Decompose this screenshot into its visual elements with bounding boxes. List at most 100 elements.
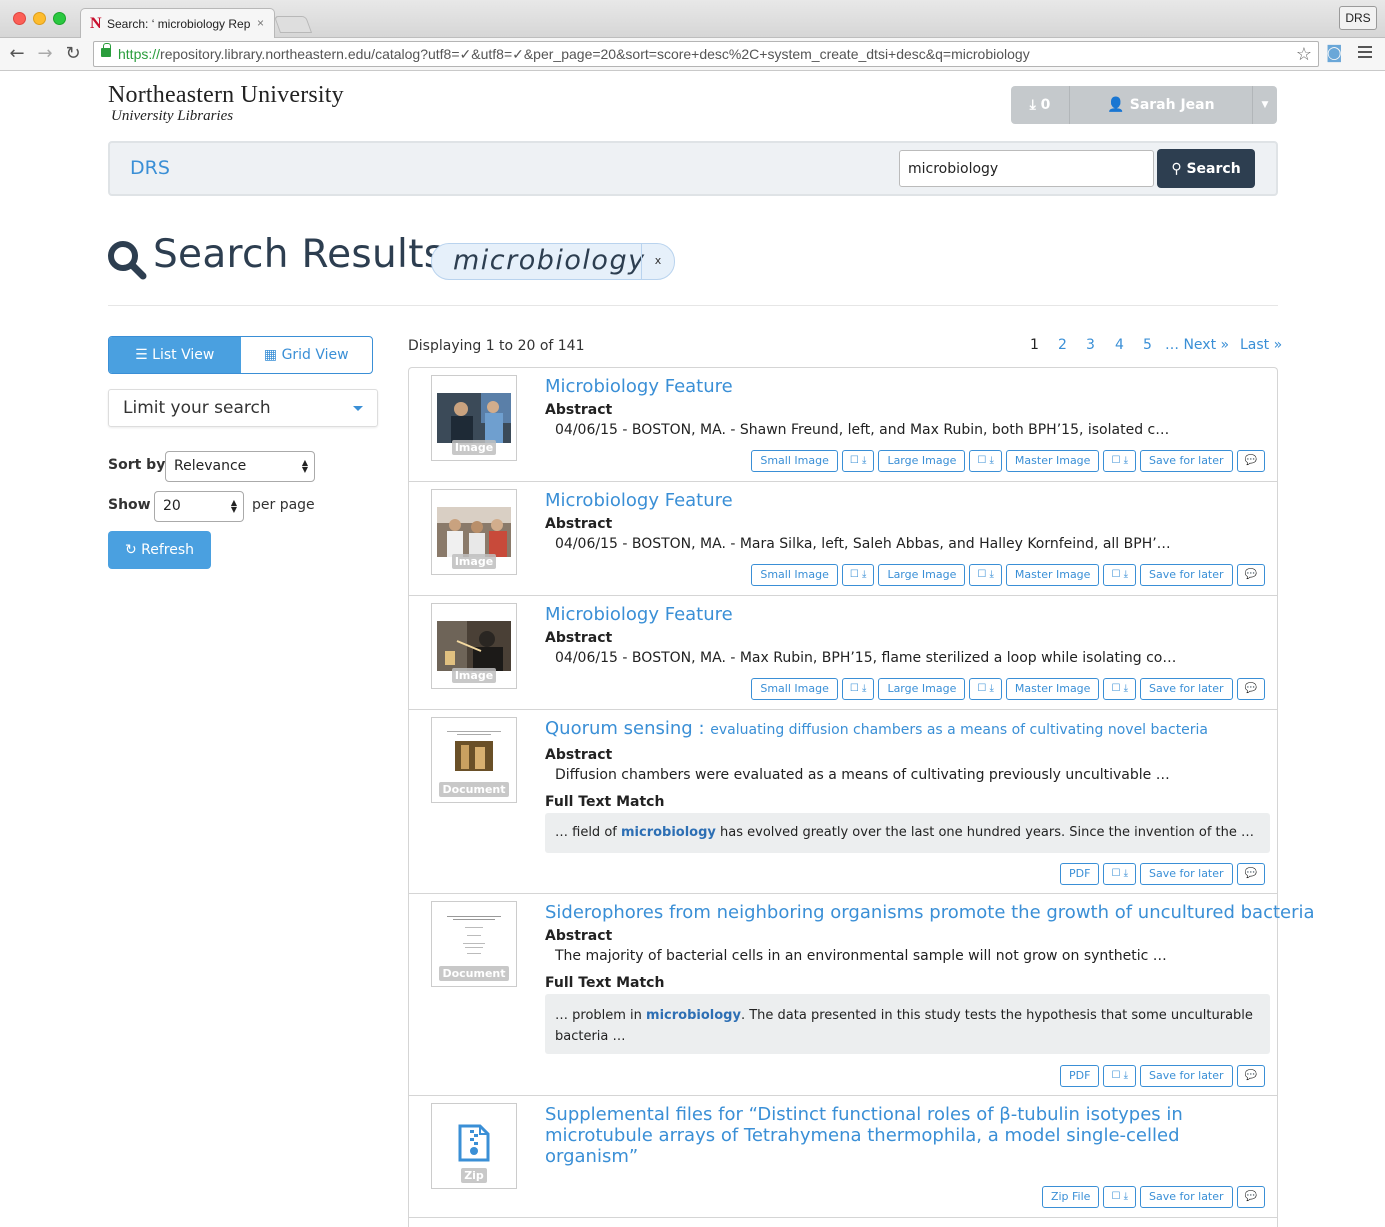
highlighted-term: microbiology [646, 1008, 741, 1023]
result-item: Document Siderophores from neighboring o… [409, 894, 1315, 1096]
comment-icon[interactable]: 💬 [1236, 450, 1265, 472]
page-5-link[interactable]: 5 [1143, 337, 1152, 353]
master-image-button[interactable]: Master Image [1005, 678, 1100, 700]
browser-menu-icon[interactable] [1358, 46, 1372, 60]
download-checkbox-icon[interactable]: ☐ ⤓ [841, 678, 875, 700]
download-checkbox-icon[interactable]: ☐ ⤓ [1103, 564, 1137, 586]
download-checkbox-icon[interactable]: ☐ ⤓ [1103, 863, 1137, 885]
download-checkbox-icon[interactable]: ☐ ⤓ [969, 450, 1002, 472]
search-button[interactable]: ⚲ Search [1157, 149, 1255, 188]
limit-search-dropdown[interactable]: Limit your search [108, 389, 378, 427]
next-page-link[interactable]: … Next » [1165, 337, 1229, 353]
large-image-button[interactable]: Large Image [878, 450, 966, 472]
download-checkbox-icon[interactable]: ☐ ⤓ [1103, 1065, 1137, 1087]
save-for-later-button[interactable]: Save for later [1140, 1186, 1233, 1208]
result-actions: Zip File ☐ ⤓ Save for later 💬 [1041, 1186, 1265, 1208]
reload-icon[interactable]: ↻ [62, 43, 84, 65]
zip-file-button[interactable]: Zip File [1041, 1186, 1100, 1208]
tab-close-icon[interactable]: × [257, 16, 264, 30]
browser-toolbar: ← → ↻ https://repository.library.northea… [0, 38, 1385, 71]
download-checkbox-icon[interactable]: ☐ ⤓ [841, 450, 875, 472]
page-2-link[interactable]: 2 [1058, 337, 1067, 353]
comment-icon[interactable]: 💬 [1236, 1065, 1265, 1087]
result-thumbnail[interactable]: Image [431, 603, 517, 689]
user-menu-button[interactable]: 👤 Sarah Jean Sweeney [1070, 86, 1253, 124]
result-thumbnail[interactable]: Document [431, 901, 517, 987]
grid-view-button[interactable]: ▦ Grid View [241, 337, 373, 373]
pdf-button[interactable]: PDF [1060, 863, 1100, 885]
university-logo[interactable]: Northeastern University [108, 82, 344, 109]
result-thumbnail[interactable]: Image [431, 375, 517, 461]
photo-thumbnail-icon [437, 621, 511, 671]
pdf-button[interactable]: PDF [1060, 1065, 1100, 1087]
remove-query-button[interactable]: x [641, 244, 674, 279]
download-checkbox-icon[interactable]: ☐ ⤓ [1103, 1186, 1137, 1208]
view-toggle: ☰ List View ▦ Grid View [108, 336, 373, 374]
small-image-button[interactable]: Small Image [751, 450, 838, 472]
per-page-select[interactable]: 20 ▲ ▼ [154, 491, 244, 522]
list-view-button[interactable]: ☰ List View [109, 337, 241, 373]
results-count: Displaying 1 to 20 of 141 [408, 338, 585, 354]
save-for-later-button[interactable]: Save for later [1140, 678, 1233, 700]
close-window-button[interactable] [13, 12, 26, 25]
address-bar[interactable]: https://repository.library.northeastern.… [93, 41, 1319, 67]
list-view-label: List View [152, 347, 215, 363]
bookmark-star-icon[interactable]: ☆ [1296, 42, 1312, 66]
small-image-button[interactable]: Small Image [751, 564, 838, 586]
refresh-button[interactable]: ↻ Refresh [108, 531, 211, 569]
page-4-link[interactable]: 4 [1115, 337, 1124, 353]
sort-select[interactable]: Relevance ▲ ▼ [165, 451, 315, 482]
main-navbar: DRS ⚲ Search [108, 141, 1278, 196]
download-checkbox-icon[interactable]: ☐ ⤓ [969, 564, 1002, 586]
large-image-button[interactable]: Large Image [878, 564, 966, 586]
save-for-later-button[interactable]: Save for later [1140, 1065, 1233, 1087]
sort-label: Sort by [108, 457, 166, 473]
url-text: repository.library.northeastern.edu/cata… [160, 46, 1030, 62]
grid-view-label: Grid View [281, 347, 349, 363]
minimize-window-button[interactable] [33, 12, 46, 25]
result-thumbnail[interactable]: Document [431, 717, 517, 803]
last-page-link[interactable]: Last » [1240, 337, 1282, 353]
comment-icon[interactable]: 💬 [1236, 564, 1265, 586]
comment-icon[interactable]: 💬 [1236, 863, 1265, 885]
browser-tab[interactable]: N Search: ‘ microbiology Rep × [80, 8, 275, 38]
download-checkbox-icon[interactable]: ☐ ⤓ [1103, 678, 1137, 700]
result-title-link[interactable]: Supplemental files for “Distinct functio… [545, 1104, 1265, 1167]
comment-icon[interactable]: 💬 [1236, 1186, 1265, 1208]
browser-titlebar: N Search: ‘ microbiology Rep × DRS [0, 0, 1385, 38]
list-icon: ☰ [135, 347, 148, 363]
caret-down-icon[interactable]: ▼ [1253, 86, 1277, 124]
result-thumbnail[interactable]: Zip [431, 1103, 517, 1189]
thumbnail-type-label: Document [432, 966, 516, 981]
result-title-link[interactable]: Siderophores from neighboring organisms … [545, 902, 1315, 923]
result-title-link[interactable]: Microbiology Feature [545, 490, 733, 511]
download-checkbox-icon[interactable]: ☐ ⤓ [1103, 450, 1137, 472]
save-for-later-button[interactable]: Save for later [1140, 564, 1233, 586]
small-image-button[interactable]: Small Image [751, 678, 838, 700]
page-title: Search Results [153, 232, 445, 277]
profile-badge[interactable]: DRS [1339, 6, 1377, 30]
result-title-link[interactable]: Microbiology Feature [545, 376, 733, 397]
query-constraint: microbiology x [431, 243, 675, 280]
download-queue-button[interactable]: ⤓ 0 [1011, 86, 1070, 124]
large-image-button[interactable]: Large Image [878, 678, 966, 700]
save-for-later-button[interactable]: Save for later [1140, 450, 1233, 472]
back-arrow-icon[interactable]: ← [6, 43, 28, 65]
search-input[interactable] [899, 150, 1154, 187]
result-title-link[interactable]: Quorum sensing : evaluating diffusion ch… [545, 718, 1208, 739]
master-image-button[interactable]: Master Image [1005, 450, 1100, 472]
maximize-window-button[interactable] [53, 12, 66, 25]
master-image-button[interactable]: Master Image [1005, 564, 1100, 586]
drs-brand-link[interactable]: DRS [130, 157, 170, 179]
download-checkbox-icon[interactable]: ☐ ⤓ [969, 678, 1002, 700]
comment-icon[interactable]: 💬 [1236, 678, 1265, 700]
camera-extension-icon[interactable]: ◙ [1326, 43, 1343, 63]
result-thumbnail[interactable]: Image [431, 489, 517, 575]
grid-icon: ▦ [263, 347, 278, 363]
page-3-link[interactable]: 3 [1086, 337, 1095, 353]
save-for-later-button[interactable]: Save for later [1140, 863, 1233, 885]
result-title-link[interactable]: Microbiology Feature [545, 604, 733, 625]
forward-arrow-icon[interactable]: → [34, 43, 56, 65]
new-tab-button[interactable] [273, 16, 313, 33]
download-checkbox-icon[interactable]: ☐ ⤓ [841, 564, 875, 586]
